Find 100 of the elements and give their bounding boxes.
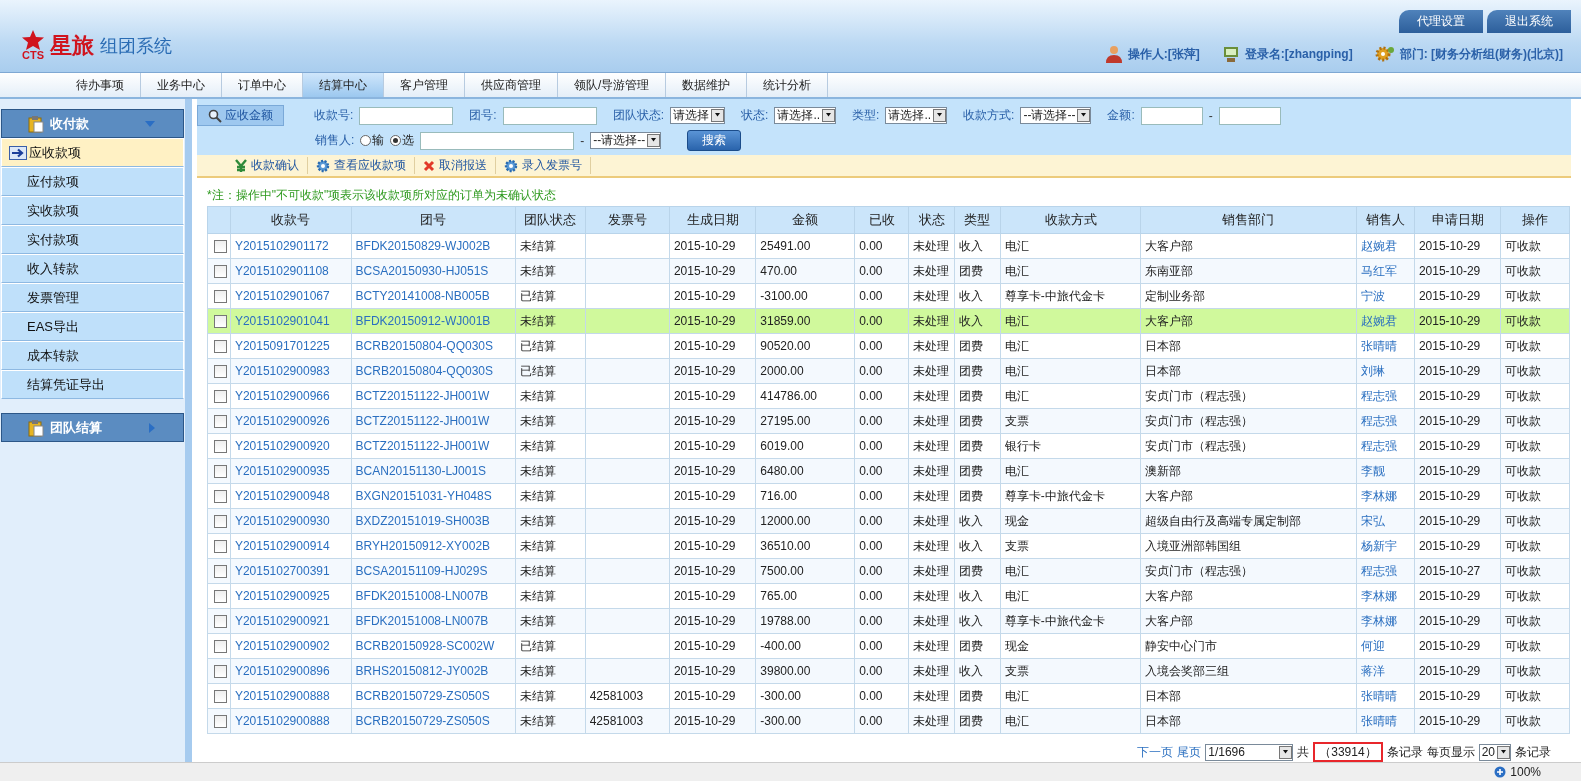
table-link[interactable]: BRYH20150912-XY002B (351, 533, 516, 559)
table-link[interactable]: 宁波 (1356, 283, 1415, 309)
table-link[interactable]: Y2015102700391 (230, 558, 352, 584)
nav-tab[interactable]: 供应商管理 (465, 73, 558, 97)
table-link[interactable]: 程志强 (1356, 433, 1415, 459)
table-link[interactable]: BCRB20150804-QQ030S (351, 358, 516, 384)
select-field[interactable]: 请选择.. (774, 107, 837, 124)
sidebar-item[interactable]: 发票管理 (1, 283, 184, 312)
checkbox[interactable] (214, 714, 228, 728)
checkbox[interactable] (214, 589, 228, 603)
nav-tab[interactable]: 数据维护 (666, 73, 748, 97)
table-link[interactable]: BCSA20151109-HJ029S (351, 558, 516, 584)
table-link[interactable]: 杨新宇 (1356, 533, 1415, 559)
select-field[interactable]: --请选择-- (590, 132, 662, 149)
checkbox[interactable] (214, 414, 228, 428)
table-link[interactable]: Y2015102901172 (230, 233, 352, 259)
sidebar-item[interactable]: 实付款项 (1, 225, 184, 254)
checkbox[interactable] (214, 489, 228, 503)
nav-tab[interactable]: 领队/导游管理 (558, 73, 667, 97)
toolbar-button[interactable]: 录入发票号 (496, 157, 591, 174)
sidebar-item[interactable]: 应付款项 (1, 167, 184, 196)
sidebar-item[interactable]: 收入转款 (1, 254, 184, 283)
table-link[interactable]: 李林娜 (1356, 583, 1415, 609)
table-link[interactable]: 张晴晴 (1356, 333, 1415, 359)
table-link[interactable]: Y2015102900888 (230, 708, 352, 734)
checkbox[interactable] (214, 564, 228, 578)
radio-button[interactable] (360, 135, 372, 146)
checkbox[interactable] (214, 239, 228, 253)
table-link[interactable]: BCSA20150930-HJ051S (351, 258, 516, 284)
table-link[interactable]: Y2015102900914 (230, 533, 352, 559)
table-link[interactable]: BCRB20150928-SC002W (351, 633, 516, 659)
table-link[interactable]: BCRB20150729-ZS050S (351, 683, 516, 709)
checkbox[interactable] (214, 314, 228, 328)
table-link[interactable]: BFDK20151008-LN007B (351, 583, 516, 609)
table-link[interactable]: Y2015102900896 (230, 658, 352, 684)
search-button[interactable]: 搜索 (687, 130, 742, 151)
nav-tab[interactable]: 客户管理 (384, 73, 465, 97)
sidebar-item[interactable]: 实收款项 (1, 196, 184, 225)
checkbox[interactable] (214, 689, 228, 703)
input-field[interactable] (420, 131, 575, 150)
table-link[interactable]: 张晴晴 (1356, 683, 1415, 709)
select-field[interactable]: 请选择 (670, 107, 726, 124)
page-select[interactable]: 1/1696 (1205, 743, 1294, 761)
table-link[interactable]: Y2015102901041 (230, 308, 352, 334)
toolbar-button[interactable]: 取消报送 (415, 157, 496, 174)
zoom-level[interactable]: 100% (1510, 765, 1541, 779)
next-page-link[interactable]: 下一页 (1137, 745, 1174, 759)
checkbox[interactable] (214, 289, 228, 303)
table-link[interactable]: BCTZ20151122-JH001W (351, 408, 516, 434)
table-link[interactable]: Y2015102900948 (230, 483, 352, 509)
checkbox[interactable] (214, 639, 228, 653)
table-link[interactable]: Y2015102900920 (230, 433, 352, 459)
checkbox[interactable] (214, 389, 228, 403)
table-link[interactable]: BXGN20151031-YH048S (351, 483, 516, 509)
checkbox[interactable] (214, 614, 228, 628)
table-link[interactable]: BCTY20141008-NB005B (351, 283, 516, 309)
checkbox[interactable] (214, 464, 228, 478)
nav-tab[interactable]: 业务中心 (141, 73, 222, 97)
checkbox[interactable] (214, 439, 228, 453)
select-field[interactable]: 请选择.. (885, 107, 948, 124)
nav-tab[interactable]: 结算中心 (303, 73, 384, 97)
last-page-link[interactable]: 尾页 (1177, 745, 1202, 759)
table-link[interactable]: Y2015102900935 (230, 458, 352, 484)
nav-tab[interactable]: 统计分析 (747, 73, 829, 97)
table-link[interactable]: Y2015102900888 (230, 683, 352, 709)
sidebar-item[interactable]: 成本转款 (1, 341, 184, 370)
input-field[interactable] (502, 106, 597, 125)
sidebar-item[interactable]: 应收款项 (1, 138, 184, 167)
search-tab[interactable]: 应收金额 (197, 105, 284, 126)
table-link[interactable]: Y2015102900966 (230, 383, 352, 409)
select-field[interactable]: --请选择-- (1020, 107, 1092, 124)
checkbox[interactable] (214, 264, 228, 278)
table-link[interactable]: BCRB20150804-QQ030S (351, 333, 516, 359)
table-link[interactable]: BCTZ20151122-JH001W (351, 433, 516, 459)
table-link[interactable]: 程志强 (1356, 383, 1415, 409)
table-link[interactable]: Y2015102900925 (230, 583, 352, 609)
header-button[interactable]: 代理设置 (1399, 10, 1483, 33)
table-link[interactable]: BFDK20151008-LN007B (351, 608, 516, 634)
table-link[interactable]: Y2015102900921 (230, 608, 352, 634)
nav-tab[interactable]: 待办事项 (60, 73, 141, 97)
table-link[interactable]: 李林娜 (1356, 483, 1415, 509)
table-link[interactable]: Y2015102900983 (230, 358, 352, 384)
table-link[interactable]: BRHS20150812-JY002B (351, 658, 516, 684)
checkbox[interactable] (214, 539, 228, 553)
input-field[interactable] (1140, 106, 1203, 125)
page-size-select[interactable]: 20 (1478, 743, 1511, 761)
table-link[interactable]: BCAN20151130-LJ001S (351, 458, 516, 484)
table-link[interactable]: 赵婉君 (1356, 233, 1415, 259)
header-button[interactable]: 退出系统 (1487, 10, 1571, 33)
table-link[interactable]: BFDK20150912-WJ001B (351, 308, 516, 334)
radio-button[interactable] (390, 135, 402, 146)
table-link[interactable]: BCTZ20151122-JH001W (351, 383, 516, 409)
table-link[interactable]: BXDZ20151019-SH003B (351, 508, 516, 534)
input-field[interactable] (1218, 106, 1281, 125)
toolbar-button[interactable]: 查看应收款项 (308, 157, 415, 174)
table-link[interactable]: Y2015091701225 (230, 333, 352, 359)
checkbox[interactable] (214, 664, 228, 678)
sidebar-group-header[interactable]: 团队结算 (1, 413, 184, 442)
checkbox[interactable] (214, 339, 228, 353)
table-link[interactable]: Y2015102900930 (230, 508, 352, 534)
